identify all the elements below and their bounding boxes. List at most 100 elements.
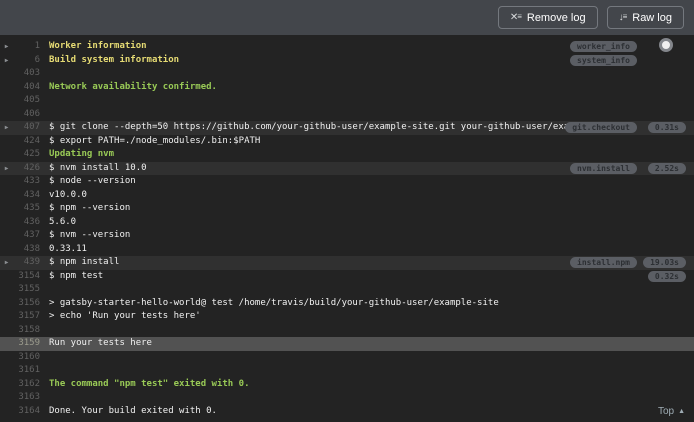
log-text: v10.0.0 [49,189,87,200]
log-row: 433 $ node --version [0,175,694,189]
log-row: 405 [0,94,694,108]
top-arrow-icon: ▲ [678,408,685,415]
log-text: The command "npm test" exited with 0. [49,378,250,389]
log-row: 3162 The command "npm test" exited with 0… [0,378,694,392]
log-row: 3157 > echo 'Run your tests here' [0,310,694,324]
remove-log-icon: ✕≡ [509,11,522,23]
log-row: ▶ 439 $ npm install install.npm 19.03s [0,256,694,270]
scroll-indicator-dot[interactable] [659,38,673,52]
download-log-icon: ↓≡ [618,11,628,23]
line-number[interactable]: 404 [13,81,40,95]
remove-log-label: Remove log [526,11,586,24]
line-number[interactable]: 433 [13,175,40,189]
fold-name-badge: worker_info [570,41,637,52]
log-text: $ npm --version [49,203,131,213]
line-number[interactable]: 437 [13,229,40,243]
log-row: 3163 [0,391,694,405]
fold-arrow-icon[interactable]: ▶ [0,162,13,176]
remove-log-button[interactable]: ✕≡ Remove log [497,6,598,29]
log-row: 424 $ export PATH=./node_modules/.bin:$PA… [0,135,694,149]
line-number[interactable]: 439 [13,256,40,270]
line-number[interactable]: 424 [13,135,40,149]
log-row: 434 v10.0.0 [0,189,694,203]
log-text: Build system information [49,54,180,65]
log-row: 438 0.33.11 [0,243,694,257]
log-text: Network availability confirmed. [49,81,217,92]
duration-badge: 0.31s [647,122,686,133]
log-row: 437 $ nvm --version [0,229,694,243]
line-number[interactable]: 426 [13,162,40,176]
line-number[interactable]: 403 [13,67,40,81]
line-number[interactable]: 405 [13,94,40,108]
log-text: > echo 'Run your tests here' [49,311,201,321]
line-number[interactable]: 3164 [13,405,40,419]
top-link-label: Top [657,406,675,417]
line-number[interactable]: 438 [13,243,40,257]
log-text: Worker information [49,41,147,51]
fold-arrow-icon[interactable]: ▶ [0,256,13,270]
log-row: 425 Updating nvm [0,148,694,162]
log-text: $ nvm --version [49,230,131,240]
build-log-panel: ▶ 1 Worker information worker_info ▶ 6 Build s… [0,35,694,422]
log-row: ▶ 1 Worker information worker_info [0,40,694,54]
duration-badge: 0.32s [647,270,686,282]
line-number[interactable]: 434 [13,189,40,203]
log-row: 3156 > gatsby-starter-hello-world@ test /… [0,297,694,311]
log-row: 3160 [0,351,694,365]
fold-name-badge: system_info [570,54,637,66]
log-row: 3158 [0,324,694,338]
log-row: 3161 [0,364,694,378]
log-text: Done. Your build exited with 0. [49,405,217,416]
line-number[interactable]: 3159 [13,337,40,351]
line-number[interactable]: 3163 [13,391,40,405]
fold-arrow-icon[interactable]: ▶ [0,40,13,54]
log-text: $ nvm install 10.0 [49,162,147,173]
line-number[interactable]: 3161 [13,364,40,378]
log-row: 3164 Done. Your build exited with 0. [0,405,694,419]
log-toolbar: ✕≡ Remove log ↓≡ Raw log [0,0,694,35]
line-number[interactable]: 3158 [13,324,40,338]
log-text: Run your tests here [49,338,152,348]
duration-badge: 2.52s [647,162,686,174]
log-row: ▶ 426 $ nvm install 10.0 nvm.install 2.52s [0,161,694,176]
line-number[interactable]: 1 [13,40,40,54]
log-row: 404 Network availability confirmed. [0,81,694,95]
line-number[interactable]: 3154 [13,270,40,284]
line-number[interactable]: 6 [13,54,40,68]
fold-name-badge: nvm.install [570,162,637,174]
line-number[interactable]: 436 [13,216,40,230]
log-row: ▶ 6 Build system information system_info [0,54,694,68]
log-text: > gatsby-starter-hello-world@ test /home… [49,297,499,308]
log-row: 403 [0,67,694,81]
line-number[interactable]: 425 [13,148,40,162]
log-text: 5.6.0 [49,216,77,227]
duration-badge: 19.03s [643,257,686,268]
log-text: $ git clone --depth=50 https://github.co… [49,122,574,132]
log-row: 3154 $ npm test 0.32s [0,270,694,284]
line-number[interactable]: 406 [13,108,40,122]
raw-log-button[interactable]: ↓≡ Raw log [606,6,684,29]
fold-name-badge: install.npm [570,257,637,268]
raw-log-label: Raw log [632,11,672,24]
line-number[interactable]: 435 [13,202,40,216]
line-number[interactable]: 3157 [13,310,40,324]
scroll-to-top-link[interactable]: Top ▲ [658,406,685,417]
fold-name-badge: git.checkout [565,122,637,133]
log-row: ▶ 407 $ git clone --depth=50 https://githu… [0,121,694,135]
line-number[interactable]: 3160 [13,351,40,365]
fold-arrow-icon[interactable]: ▶ [0,121,13,135]
line-number[interactable]: 3156 [13,297,40,311]
log-text: $ node --version [49,176,136,186]
fold-arrow-icon[interactable]: ▶ [0,54,13,68]
log-text: $ npm test [49,270,104,281]
line-number[interactable]: 3162 [13,378,40,392]
log-text: $ export PATH=./node_modules/.bin:$PATH [49,135,261,146]
log-text: 0.33.11 [49,243,87,254]
line-number[interactable]: 407 [13,121,40,135]
log-text: Updating nvm [49,149,115,159]
log-row: 406 [0,108,694,122]
log-rows: ▶ 1 Worker information worker_info ▶ 6 Build s… [0,40,694,418]
line-number[interactable]: 3155 [13,283,40,297]
log-row: 3155 [0,283,694,297]
log-text: $ npm install [49,257,120,267]
